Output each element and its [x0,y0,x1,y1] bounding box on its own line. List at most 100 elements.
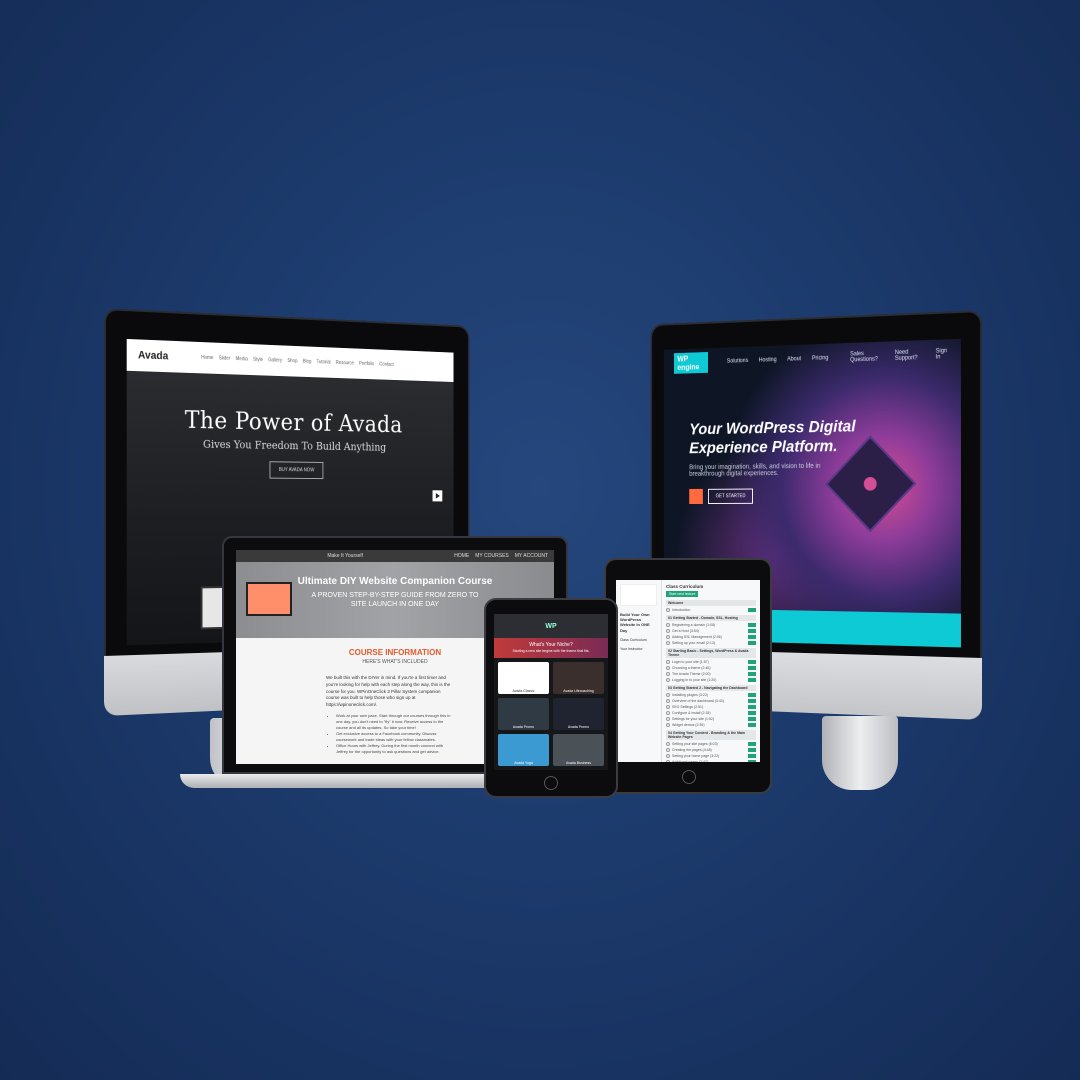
course-nav-item[interactable]: MY COURSES [475,553,509,559]
start-lecture-icon[interactable] [748,723,756,727]
lecture-item[interactable]: Setting your site pages (5:03) [666,742,756,746]
curriculum-section-title: Welcome [666,600,756,606]
avada-nav-item[interactable]: Media [236,356,248,362]
start-lecture-icon[interactable] [748,629,756,633]
lecture-title: Get a Host (3:54) [672,629,699,633]
lecture-item[interactable]: Settings for your site (1:52) [666,717,756,721]
course-bullet: Get exclusive access to a Facebook commu… [336,731,454,743]
start-lecture-icon[interactable] [748,754,756,758]
avada-nav-item[interactable]: Blog [303,359,312,365]
course-brand[interactable]: Make It Yourself [242,553,448,559]
avada-nav-item[interactable]: Contact [379,362,393,368]
wpengine-nav-item[interactable]: Solutions [727,358,748,364]
sidebar-item-curriculum[interactable]: Class Curriculum [620,638,657,642]
theme-card[interactable]: Avada Classic [498,662,549,694]
lecture-item[interactable]: Setting your home page (3:22) [666,754,756,758]
avada-nav-item[interactable]: Home [201,355,213,361]
lecture-item[interactable]: Introduction [666,608,756,612]
curriculum-main: Class Curriculum Start next lecture Welc… [662,580,760,762]
lecture-item[interactable]: Choosing a theme (2:45) [666,666,756,670]
avada-nav-item[interactable]: Tutorial [317,359,331,365]
start-lecture-icon[interactable] [748,608,756,612]
home-button-icon[interactable] [544,776,558,790]
themes-logo[interactable]: WP [545,623,556,630]
avada-hero: The Power of Avada Gives You Freedom To … [127,371,454,481]
start-lecture-icon[interactable] [748,660,756,664]
lecture-title: Registering a domain (1:08) [672,623,716,627]
lecture-item[interactable]: Setting up your email (2:13) [666,641,756,645]
need-support-link[interactable]: Need Support? [895,349,924,362]
start-lecture-icon[interactable] [748,705,756,709]
start-lecture-icon[interactable] [748,742,756,746]
lecture-item[interactable]: Logging in to your site (1:20) [666,678,756,682]
lecture-item[interactable]: Adding SSL Management (2:06) [666,635,756,639]
sales-questions-link[interactable]: Sales Questions? [850,350,884,363]
play-icon[interactable] [432,490,443,502]
sidebar-item-instructor[interactable]: Your Instructor [620,647,657,651]
start-lecture-icon[interactable] [748,717,756,721]
start-lecture-icon[interactable] [748,641,756,645]
lecture-status-icon [666,678,670,682]
niche-subtitle: Starting a new site begins with the them… [512,648,590,653]
wpengine-cta-row: GET STARTED [664,487,961,504]
lecture-item[interactable]: Installing plugins (3:22) [666,693,756,697]
start-next-lecture-button[interactable]: Start next lecture [666,591,699,597]
course-nav-item[interactable]: MY ACCOUNT [515,553,548,559]
course-nav-item[interactable]: HOME [454,553,469,559]
avada-nav-item[interactable]: Style [253,357,263,363]
wpengine-nav-item[interactable]: Pricing [812,355,828,361]
lecture-title: Login to your site (1:57) [672,660,709,664]
wpengine-primary-button[interactable] [689,488,703,504]
home-button-icon[interactable] [682,770,696,784]
theme-card[interactable]: Avada Yoga [498,734,549,766]
lecture-status-icon [666,666,670,670]
start-lecture-icon[interactable] [748,666,756,670]
curriculum-sidebar: Build Your Own WordPress Website In ONE … [616,580,662,762]
theme-card-label: Avada Promo [567,725,590,729]
lecture-status-icon [666,608,670,612]
start-lecture-icon[interactable] [748,678,756,682]
buy-avada-button[interactable]: BUY AVADA NOW [269,461,324,480]
start-lecture-icon[interactable] [748,711,756,715]
lecture-item[interactable]: Login to your site (1:57) [666,660,756,664]
avada-nav-item[interactable]: Portfolio [359,361,374,367]
wpengine-headline-line2: Experience Platform. [689,436,838,458]
lecture-status-icon [666,748,670,752]
lecture-item[interactable]: Registering a domain (1:08) [666,623,756,627]
start-lecture-icon[interactable] [748,672,756,676]
lecture-status-icon [666,641,670,645]
lecture-title: SEO Settings (2:51) [672,705,704,709]
theme-card[interactable]: Avada Lifecoaching [553,662,604,694]
lecture-item[interactable]: Creating the pages (4:48) [666,748,756,752]
wpengine-nav-item[interactable]: About [787,356,801,362]
lecture-status-icon [666,672,670,676]
wpengine-logo[interactable]: WP engine [673,351,708,374]
avada-logo[interactable]: Avada [138,349,168,362]
wpengine-nav-item[interactable]: Hosting [759,357,777,363]
sign-in-link[interactable]: Sign In [936,348,950,360]
lecture-item[interactable]: Get a Host (3:54) [666,629,756,633]
theme-card[interactable]: Avada Promo [553,698,604,730]
get-started-button[interactable]: GET STARTED [707,488,754,504]
lecture-item[interactable]: SEO Settings (2:51) [666,705,756,709]
lecture-item[interactable]: Widget demos (2:35) [666,723,756,727]
start-lecture-icon[interactable] [748,748,756,752]
course-navbar: Make It Yourself HOME MY COURSES MY ACCO… [236,550,554,562]
lecture-item[interactable]: The Avada Theme (2:00) [666,672,756,676]
start-lecture-icon[interactable] [748,693,756,697]
theme-card[interactable]: Avada Business [553,734,604,766]
imac-right-stand [822,716,898,790]
start-lecture-icon[interactable] [748,760,756,762]
avada-nav-item[interactable]: Slider [219,355,230,361]
lecture-item[interactable]: Configure & install (2:18) [666,711,756,715]
avada-nav-item[interactable]: Resource [336,360,354,366]
theme-card[interactable]: Avada Promo [498,698,549,730]
lecture-item[interactable]: Additional pages (2:47) [666,760,756,762]
start-lecture-icon[interactable] [748,699,756,703]
start-lecture-icon[interactable] [748,635,756,639]
tablet-right: Build Your Own WordPress Website In ONE … [604,558,772,794]
start-lecture-icon[interactable] [748,623,756,627]
avada-nav-item[interactable]: Shop [287,358,297,364]
avada-nav-item[interactable]: Gallery [268,357,282,363]
lecture-item[interactable]: Overview of the dashboard (3:40) [666,699,756,703]
